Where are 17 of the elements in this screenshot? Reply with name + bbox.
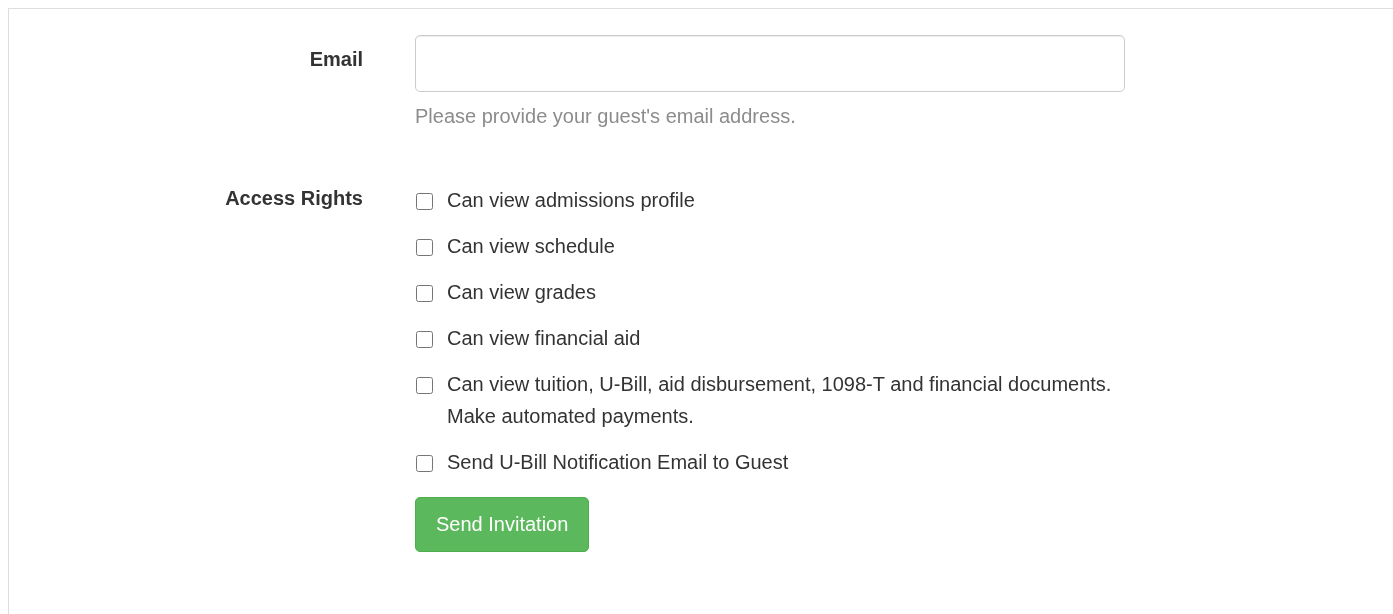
field-label: Email [308, 47, 363, 72]
checkbox[interactable] [416, 331, 433, 348]
checkbox-label: Can view financial aid [447, 326, 641, 351]
email-input[interactable] [415, 35, 1125, 92]
field-label: Access Rights [224, 186, 363, 211]
checkbox-label: Can view tuition, U-Bill, aid disbursement, 1098-T and financial documents. Make automated payments. [447, 372, 1113, 429]
checkbox[interactable] [416, 193, 433, 210]
checkbox[interactable] [416, 285, 433, 302]
checkbox[interactable] [416, 377, 433, 394]
checkbox[interactable] [416, 455, 433, 472]
checkbox-label: Can view grades [447, 280, 596, 305]
checkbox-label: Can view schedule [447, 234, 615, 259]
checkbox-label: Can view admissions profile [447, 188, 695, 213]
help-text: Please provide your guest's email address. [415, 104, 797, 129]
checkbox[interactable] [416, 239, 433, 256]
send-invitation-button[interactable]: Send Invitation [415, 497, 590, 552]
checkbox-label: Send U-Bill Notification Email to Guest [447, 450, 789, 475]
